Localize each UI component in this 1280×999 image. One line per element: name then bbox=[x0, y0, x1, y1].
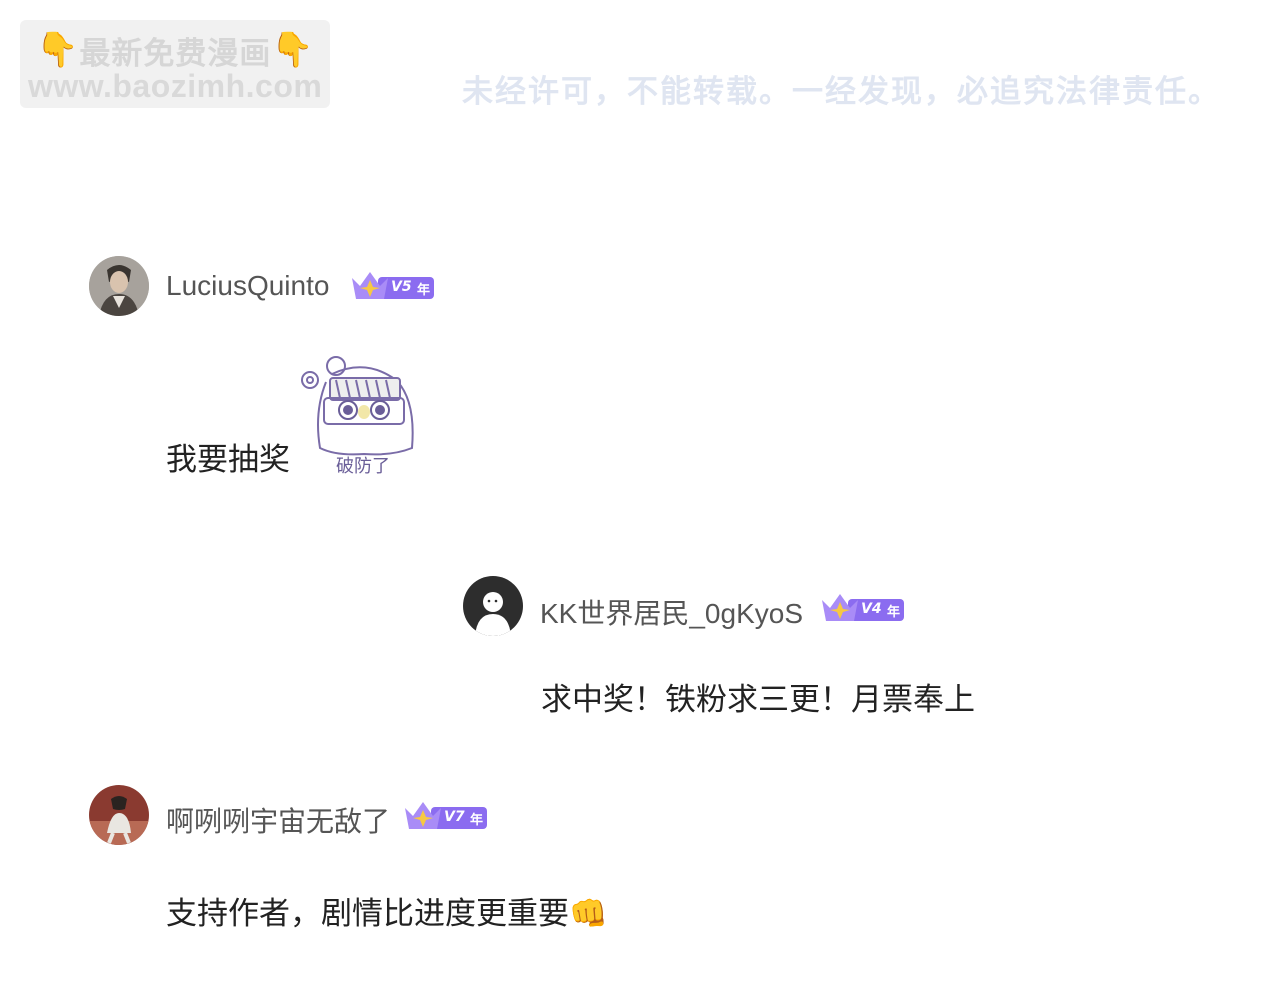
watermark-url: www.baozimh.com bbox=[28, 68, 323, 104]
vip-year: 年 bbox=[887, 605, 901, 620]
username[interactable]: KK世界居民_0gKyoS bbox=[540, 592, 803, 632]
vip-level: V5 bbox=[391, 279, 412, 295]
comment-text: 支持作者，剧情比进度更重要👊 bbox=[166, 888, 608, 933]
fist-icon: 👊 bbox=[569, 896, 608, 932]
avatar[interactable] bbox=[89, 785, 149, 845]
copyright-notice: 未经许可，不能转载。一经发现，必追究法律责任。 bbox=[462, 74, 1221, 110]
watermark-title: 👇 最新免费漫画 👇 bbox=[36, 30, 315, 72]
vip-badge: V7 年 bbox=[403, 798, 489, 832]
vip-badge: V4 年 bbox=[820, 590, 906, 624]
vip-level: V7 bbox=[444, 809, 465, 825]
vip-year: 年 bbox=[417, 283, 431, 298]
avatar[interactable] bbox=[89, 256, 149, 316]
comment-text: 我要抽奖 bbox=[166, 442, 290, 478]
avatar[interactable] bbox=[463, 576, 523, 636]
sticker: 破防了 bbox=[296, 352, 422, 482]
comment-text-body: 支持作者，剧情比进度更重要 bbox=[166, 896, 569, 932]
username[interactable]: 啊咧咧宇宙无敌了 bbox=[166, 800, 390, 840]
vip-level: V4 bbox=[861, 601, 882, 617]
comment-text: 求中奖！铁粉求三更！月票奉上 bbox=[541, 682, 975, 718]
sticker-caption: 破防了 bbox=[336, 456, 390, 477]
pointing-down-icon: 👇 bbox=[36, 30, 80, 70]
username[interactable]: LuciusQuinto bbox=[166, 270, 329, 302]
vip-year: 年 bbox=[470, 813, 484, 828]
watermark-title-text: 最新免费漫画 bbox=[79, 35, 272, 72]
pointing-down-icon: 👇 bbox=[271, 30, 315, 70]
vip-badge: V5 年 bbox=[350, 268, 436, 302]
